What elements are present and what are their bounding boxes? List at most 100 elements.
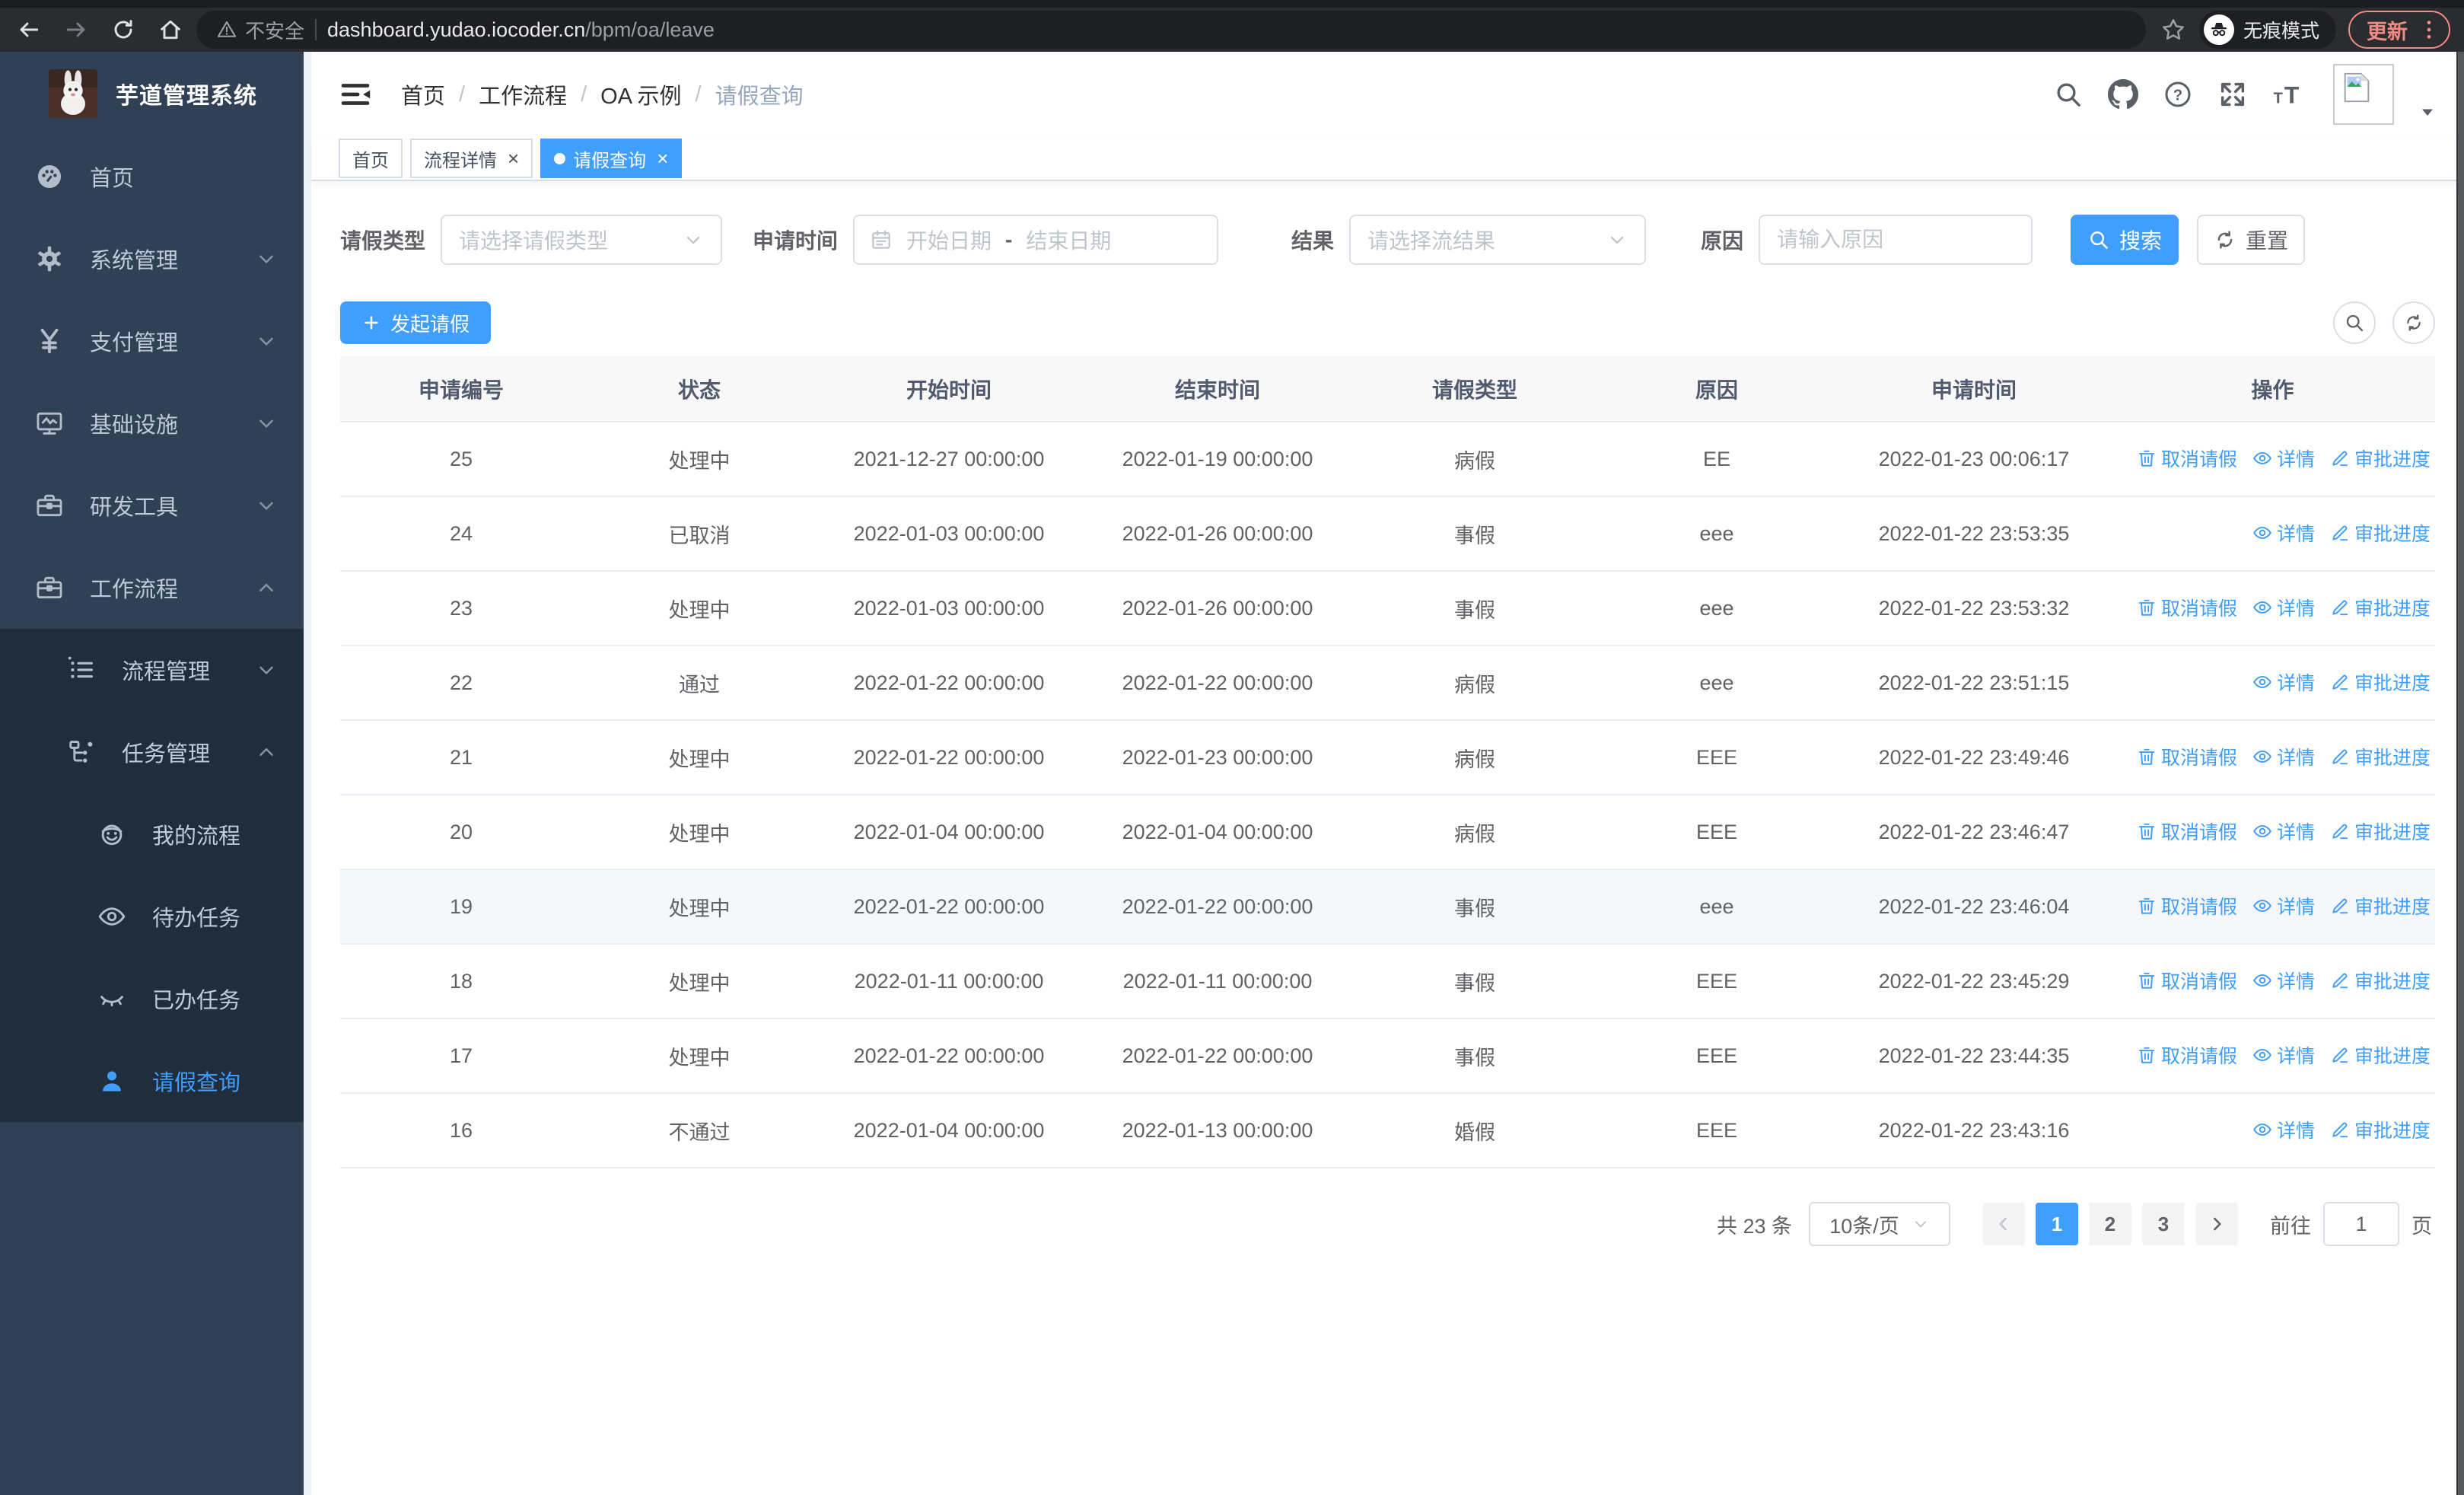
approval-progress-link[interactable]: 审批进度: [2330, 1041, 2431, 1069]
reason-input-wrap: [1759, 215, 2033, 265]
cell-end-time: 2022-01-19 00:00:00: [1081, 422, 1354, 497]
prev-page-button[interactable]: [1982, 1203, 2025, 1245]
cell-actions: 取消请假 详情 审批进度: [2110, 944, 2435, 1019]
cell-start-time: 2022-01-22 00:00:00: [817, 720, 1081, 795]
sidebar-item-dev-tools[interactable]: 研发工具: [0, 464, 304, 547]
detail-link[interactable]: 详情: [2252, 967, 2315, 994]
approval-progress-link[interactable]: 审批进度: [2330, 445, 2431, 472]
breadcrumb-separator: /: [581, 81, 587, 107]
apply-time-range-picker[interactable]: 开始日期 - 结束日期: [853, 215, 1219, 265]
next-page-button[interactable]: [2195, 1203, 2238, 1245]
sidebar-fold-icon[interactable]: [339, 78, 372, 111]
tab-leave-query[interactable]: 请假查询 ×: [540, 139, 683, 178]
approval-progress-link[interactable]: 审批进度: [2330, 743, 2431, 770]
sidebar-item-done-tasks[interactable]: 已办任务: [0, 958, 304, 1040]
table-row: 21 处理中 2022-01-22 00:00:00 2022-01-23 00:00…: [340, 720, 2435, 795]
cancel-leave-link[interactable]: 取消请假: [2137, 445, 2237, 472]
sidebar-item-leave-query[interactable]: 请假查询: [0, 1040, 304, 1122]
detail-link[interactable]: 详情: [2252, 594, 2315, 621]
refresh-table-button[interactable]: [2392, 301, 2435, 344]
sidebar-item-todo-tasks[interactable]: 待办任务: [0, 875, 304, 958]
page-button-2[interactable]: 2: [2089, 1203, 2131, 1245]
close-tab-icon[interactable]: ×: [657, 148, 668, 168]
approval-progress-link[interactable]: 审批进度: [2330, 892, 2431, 920]
page-button-1[interactable]: 1: [2036, 1203, 2078, 1245]
bookmark-star-icon[interactable]: [2160, 16, 2187, 43]
approval-progress-link[interactable]: 审批进度: [2330, 594, 2431, 621]
detail-link[interactable]: 详情: [2252, 892, 2315, 920]
tab-process-detail[interactable]: 流程详情 ×: [410, 139, 533, 178]
breadcrumb: 首页 / 工作流程 / OA 示例 / 请假查询: [401, 78, 2053, 110]
browser-home-button[interactable]: [155, 14, 186, 45]
approval-progress-link[interactable]: 审批进度: [2330, 818, 2431, 845]
detail-link[interactable]: 详情: [2252, 668, 2315, 696]
address-bar[interactable]: 不安全 dashboard.yudao.iocoder.cn/bpm/oa/le…: [196, 11, 2146, 49]
cancel-leave-link[interactable]: 取消请假: [2137, 967, 2237, 994]
sidebar-item-infrastructure[interactable]: 基础设施: [0, 382, 304, 464]
reason-input[interactable]: [1777, 228, 2015, 252]
sidebar-item-task-mgmt[interactable]: 任务管理: [0, 711, 304, 793]
caret-down-icon[interactable]: [2418, 103, 2437, 121]
site-security-chip[interactable]: 不安全: [216, 16, 304, 44]
page-button-3[interactable]: 3: [2142, 1203, 2185, 1245]
font-size-icon[interactable]: TT: [2272, 79, 2303, 110]
page-size-select[interactable]: 10条/页: [1809, 1202, 1950, 1246]
approval-progress-link[interactable]: 审批进度: [2330, 519, 2431, 547]
cancel-leave-link[interactable]: 取消请假: [2137, 892, 2237, 920]
page-scrollbar[interactable]: [2456, 52, 2464, 1495]
close-tab-icon[interactable]: ×: [508, 148, 519, 168]
approval-progress-link[interactable]: 审批进度: [2330, 668, 2431, 696]
detail-link[interactable]: 详情: [2252, 445, 2315, 472]
search-icon[interactable]: [2053, 79, 2084, 110]
detail-link[interactable]: 详情: [2252, 1116, 2315, 1143]
search-button[interactable]: 搜索: [2071, 215, 2179, 265]
sidebar-item-system[interactable]: 系统管理: [0, 218, 304, 300]
breadcrumb-item[interactable]: 工作流程: [479, 78, 567, 110]
delete-icon: [2137, 821, 2157, 841]
leave-type-select[interactable]: 请选择请假类型: [441, 215, 723, 265]
github-icon[interactable]: [2108, 79, 2138, 110]
sidebar-item-workflow[interactable]: 工作流程: [0, 547, 304, 629]
detail-link[interactable]: 详情: [2252, 743, 2315, 770]
avatar[interactable]: [2333, 64, 2394, 125]
sidebar-item-home[interactable]: 首页: [0, 135, 304, 218]
start-date-placeholder: 开始日期: [906, 229, 992, 253]
cancel-leave-link[interactable]: 取消请假: [2137, 743, 2237, 770]
cell-start-time: 2022-01-04 00:00:00: [817, 795, 1081, 870]
cell-leave-id: 18: [340, 944, 582, 1019]
sidebar-item-my-process[interactable]: 我的流程: [0, 793, 304, 875]
sidebar-item-label: 请假查询: [152, 1071, 241, 1095]
sidebar-item-process-mgmt[interactable]: 流程管理: [0, 629, 304, 711]
detail-link[interactable]: 详情: [2252, 1041, 2315, 1069]
create-leave-button[interactable]: 发起请假: [340, 301, 492, 344]
reset-button[interactable]: 重置: [2197, 215, 2306, 265]
show-search-toggle-button[interactable]: [2333, 301, 2376, 344]
cell-end-time: 2022-01-23 00:00:00: [1081, 720, 1354, 795]
breadcrumb-item[interactable]: OA 示例: [600, 78, 681, 110]
robot-icon: [97, 820, 126, 849]
plus-icon: [361, 313, 381, 333]
result-select[interactable]: 请选择流结果: [1349, 215, 1647, 265]
cell-apply-time: 2022-01-22 23:45:29: [1838, 944, 2110, 1019]
detail-link[interactable]: 详情: [2252, 818, 2315, 845]
leave-type-label: 请假类型: [340, 229, 426, 253]
fullscreen-icon[interactable]: [2217, 79, 2248, 110]
detail-link[interactable]: 详情: [2252, 519, 2315, 547]
approval-progress-link[interactable]: 审批进度: [2330, 967, 2431, 994]
cancel-leave-link[interactable]: 取消请假: [2137, 594, 2237, 621]
browser-back-button[interactable]: [14, 14, 44, 45]
kebab-menu-icon[interactable]: [2417, 18, 2441, 42]
cancel-leave-link[interactable]: 取消请假: [2137, 1041, 2237, 1069]
approval-progress-link[interactable]: 审批进度: [2330, 1116, 2431, 1143]
edit-icon: [2330, 896, 2350, 916]
sidebar-item-payment[interactable]: 支付管理: [0, 300, 304, 382]
browser-forward-button[interactable]: [61, 14, 91, 45]
browser-reload-button[interactable]: [108, 14, 138, 45]
goto-page-input[interactable]: [2323, 1202, 2399, 1246]
cancel-leave-link[interactable]: 取消请假: [2137, 818, 2237, 845]
browser-update-button[interactable]: 更新: [2348, 11, 2450, 49]
help-icon[interactable]: ?: [2163, 79, 2193, 110]
breadcrumb-item[interactable]: 首页: [401, 78, 445, 110]
table-row: 25 处理中 2021-12-27 00:00:00 2022-01-19 00:00…: [340, 422, 2435, 497]
tab-home[interactable]: 首页: [339, 139, 403, 178]
